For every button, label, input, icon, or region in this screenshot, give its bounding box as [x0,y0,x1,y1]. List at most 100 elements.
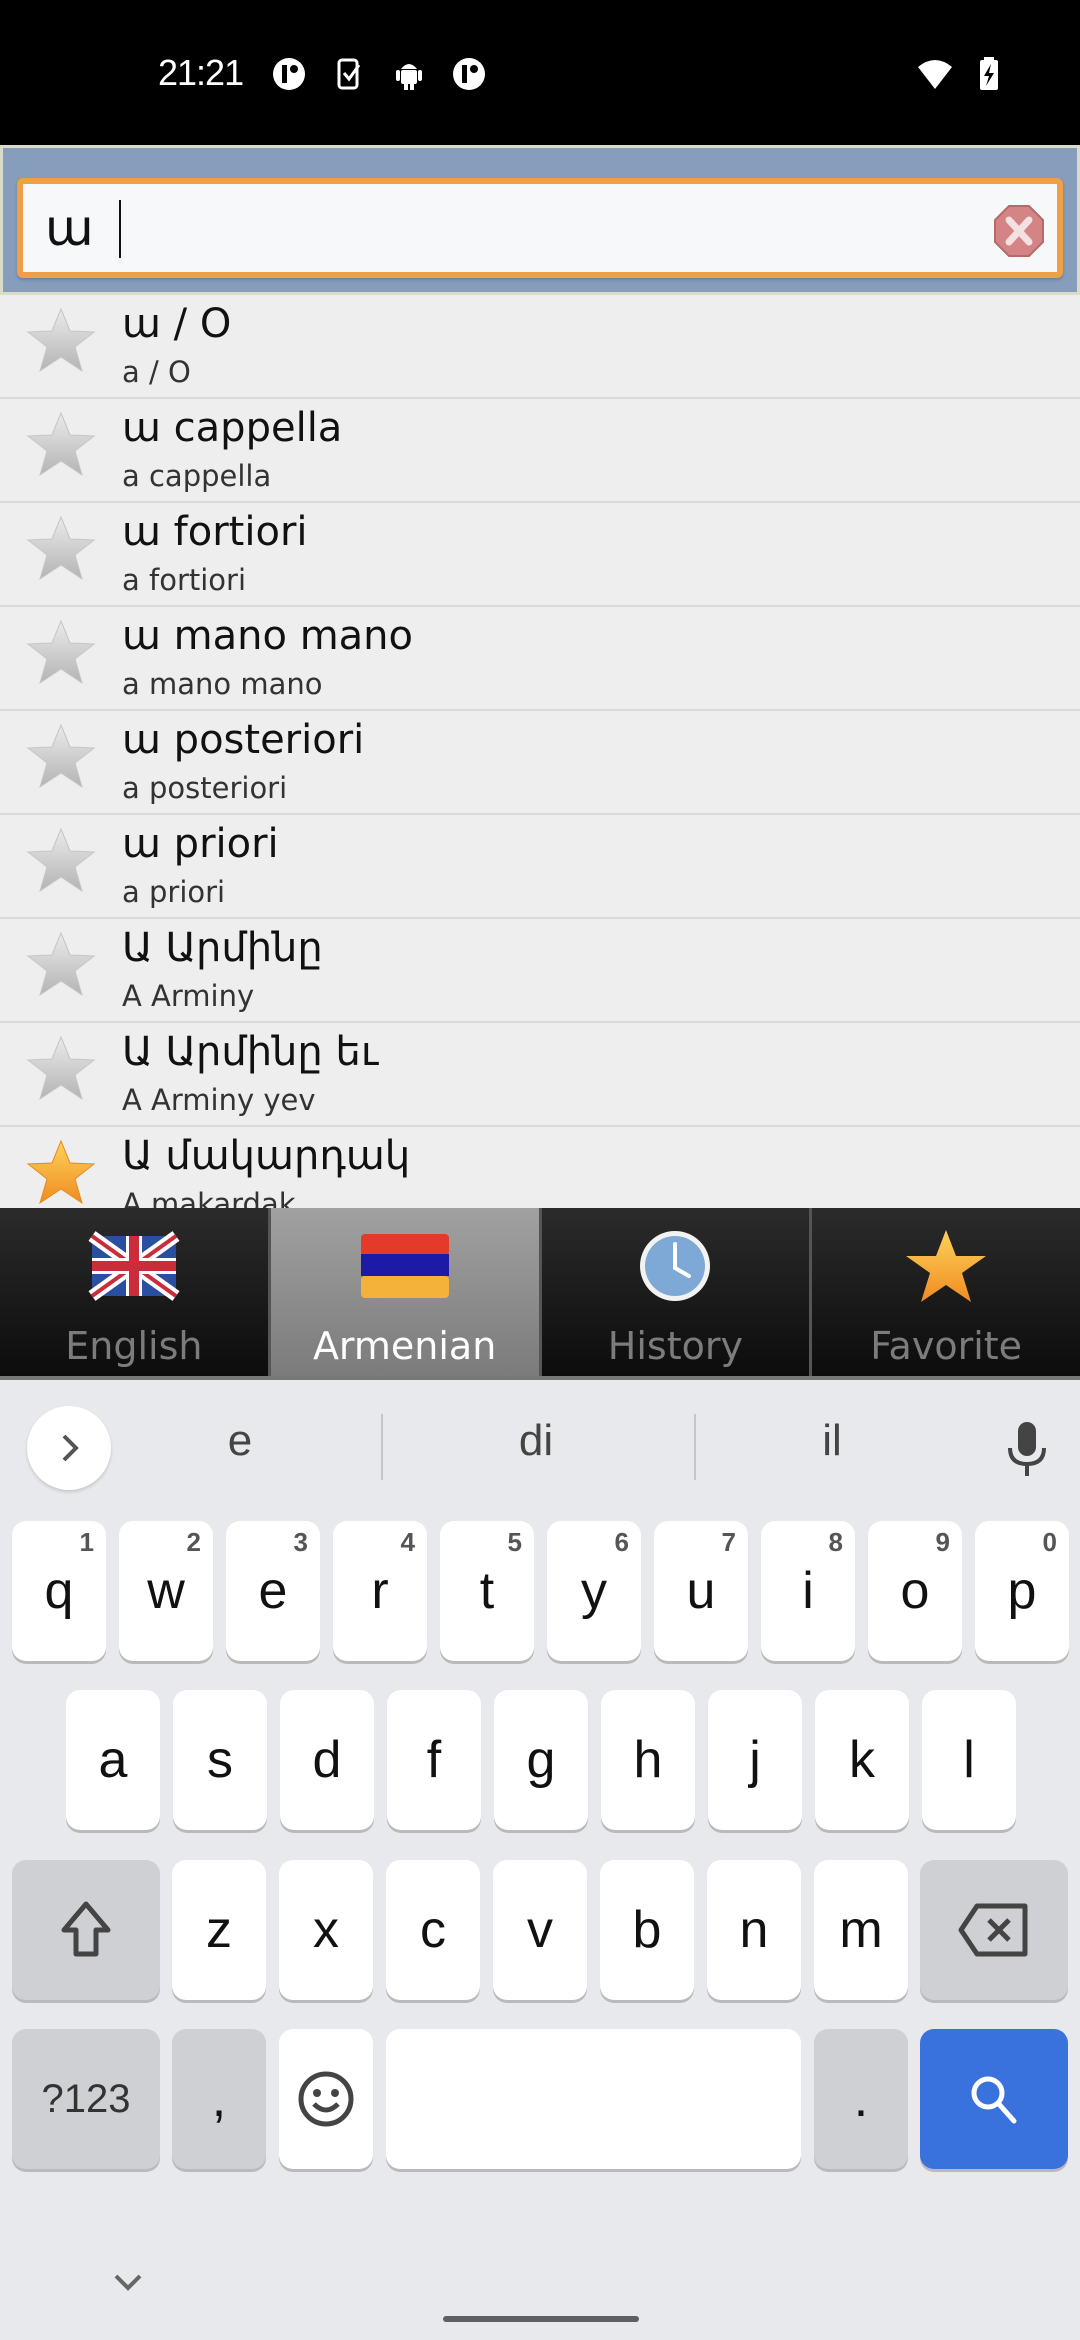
star-outline-icon[interactable] [26,619,96,687]
key-hint: 1 [79,1527,94,1557]
shift-key[interactable] [12,1860,160,2000]
star-outline-icon[interactable] [26,931,96,999]
key-hint: 2 [186,1527,201,1557]
key-label: k [849,1731,875,1789]
star-outline-icon[interactable] [26,411,96,479]
suggestion-1[interactable]: e [180,1416,300,1466]
key-y[interactable]: y6 [547,1521,641,1661]
emoji-key[interactable] [279,2029,373,2169]
suggestion-divider [381,1414,383,1480]
key-hint: 4 [400,1527,415,1557]
key-w[interactable]: w2 [119,1521,213,1661]
key-label: g [526,1731,556,1789]
key-m[interactable]: m [814,1860,908,2000]
space-key[interactable] [386,2029,801,2169]
key-label: , [211,2070,227,2128]
list-item[interactable]: ա / O a / O [0,295,1080,399]
key-i[interactable]: i8 [761,1521,855,1661]
key-a[interactable]: a [66,1690,160,1830]
key-h[interactable]: h [601,1690,695,1830]
key-label: q [44,1562,74,1620]
key-label: w [147,1562,185,1620]
device-check-icon [337,58,361,90]
comma-key[interactable]: , [172,2029,266,2169]
clear-icon[interactable] [993,204,1045,258]
gesture-nav-handle[interactable] [443,2316,639,2322]
shift-icon [61,1901,111,1957]
entry-word: ա priori [122,821,279,867]
entry-word: ա mano mano [122,613,413,659]
key-f[interactable]: f [387,1690,481,1830]
tab-label: English [65,1324,203,1368]
key-d[interactable]: d [280,1690,374,1830]
key-label: j [749,1731,761,1789]
status-bar: 21:21 [0,0,1080,145]
expand-toolbar-button[interactable] [27,1406,111,1490]
key-label: v [527,1901,553,1959]
tab-english[interactable]: English [0,1208,271,1376]
key-label: b [632,1901,662,1959]
list-item[interactable]: Ա մակարդակ A makardak [0,1127,1080,1208]
list-item[interactable]: Ա Արմինը եւ A Arminy yev [0,1023,1080,1127]
search-key[interactable] [920,2029,1068,2169]
list-item[interactable]: ա mano mano a mano mano [0,607,1080,711]
key-z[interactable]: z [172,1860,266,2000]
key-x[interactable]: x [279,1860,373,2000]
favorite-star-icon[interactable] [26,1139,96,1207]
list-item[interactable]: ա fortiori a fortiori [0,503,1080,607]
key-n[interactable]: n [707,1860,801,2000]
search-input[interactable] [45,192,945,264]
microphone-icon[interactable] [1004,1420,1050,1478]
entry-transliteration: A makardak [122,1187,296,1208]
key-b[interactable]: b [600,1860,694,2000]
list-item[interactable]: ա cappella a cappella [0,399,1080,503]
tab-favorite[interactable]: Favorite [812,1208,1080,1376]
star-outline-icon[interactable] [26,307,96,375]
key-v[interactable]: v [493,1860,587,2000]
status-icons-left [270,55,488,93]
entry-word: ա cappella [122,405,343,451]
result-list[interactable]: ա / O a / O ա cappella a cappella ա fortiori… [0,295,1080,1208]
key-t[interactable]: t5 [440,1521,534,1661]
key-r[interactable]: r4 [333,1521,427,1661]
star-outline-icon[interactable] [26,827,96,895]
entry-word: Ա մակարդակ [122,1133,411,1179]
key-label: e [258,1562,288,1620]
key-l[interactable]: l [922,1690,1016,1830]
suggestion-3[interactable]: il [772,1416,892,1466]
key-q[interactable]: q1 [12,1521,106,1661]
star-outline-icon[interactable] [26,515,96,583]
list-item[interactable]: ա priori a priori [0,815,1080,919]
language-tab-bar: English Armenian History Favorite [0,1208,1080,1380]
key-o[interactable]: o9 [868,1521,962,1661]
key-g[interactable]: g [494,1690,588,1830]
key-s[interactable]: s [173,1690,267,1830]
search-box[interactable] [17,178,1063,278]
key-e[interactable]: e3 [226,1521,320,1661]
tab-label: Armenian [312,1324,497,1368]
key-p[interactable]: p0 [975,1521,1069,1661]
period-key[interactable]: . [814,2029,908,2169]
list-item[interactable]: Ա Արմինը A Arminy [0,919,1080,1023]
key-u[interactable]: u7 [654,1521,748,1661]
suggestion-2[interactable]: di [476,1416,596,1466]
symbols-key[interactable]: ?123 [12,2029,160,2169]
key-label: o [900,1562,930,1620]
star-outline-icon[interactable] [26,723,96,791]
star-outline-icon[interactable] [26,1035,96,1103]
key-label: a [98,1731,128,1789]
list-item[interactable]: ա posteriori a posteriori [0,711,1080,815]
tab-armenian[interactable]: Armenian [270,1208,542,1376]
backspace-key[interactable] [920,1860,1068,2000]
entry-transliteration: a mano mano [122,667,323,701]
tab-history[interactable]: History [541,1208,813,1376]
status-icons-right [916,55,1008,93]
key-label: c [420,1901,446,1959]
key-c[interactable]: c [386,1860,480,2000]
hide-keyboard-icon[interactable] [110,2270,146,2294]
suggestion-bar: e di il [0,1384,1080,1502]
key-label: n [739,1901,769,1959]
tab-label: History [607,1324,743,1368]
key-k[interactable]: k [815,1690,909,1830]
key-j[interactable]: j [708,1690,802,1830]
